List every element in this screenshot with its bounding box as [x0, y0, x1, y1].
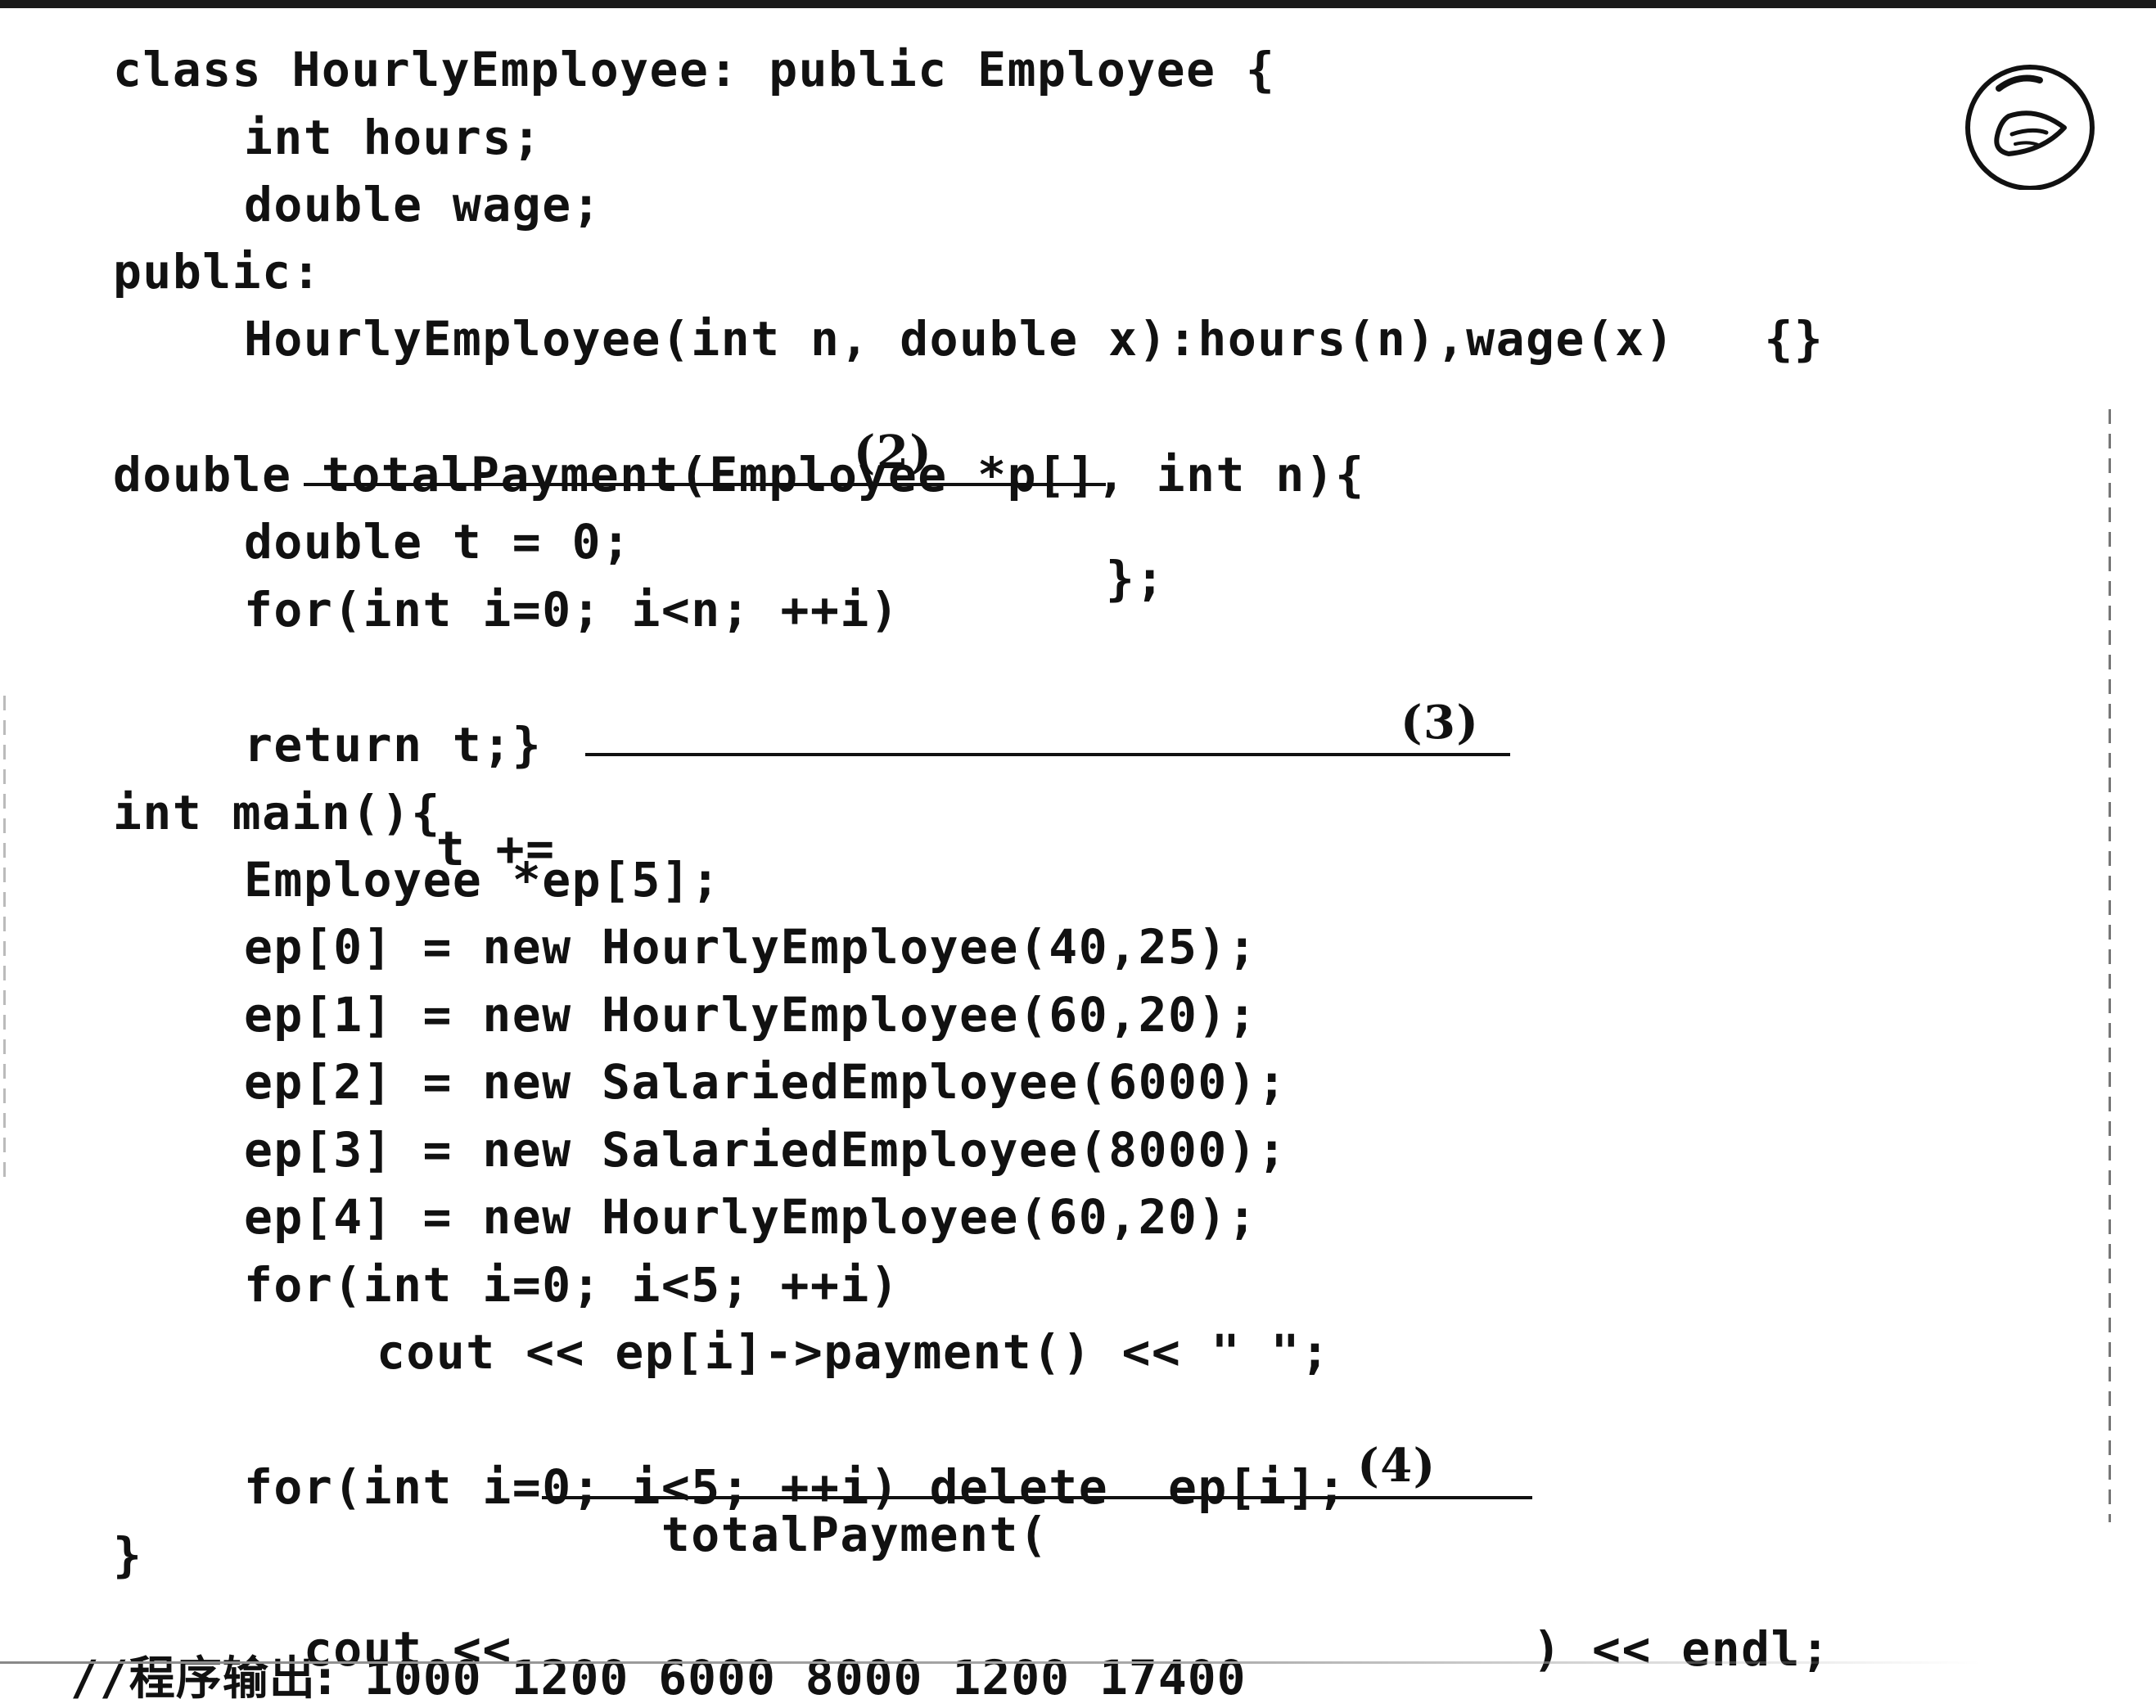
code-line-public: public:	[113, 244, 322, 300]
program-output: //程序输出: 1000 1200 6000 8000 1200 17400	[11, 1592, 1247, 1708]
code-line-main: int main(){	[113, 785, 441, 840]
code-line-t-accumulate: t += (3)	[377, 648, 1510, 877]
code-line-main-close: }	[113, 1527, 143, 1583]
code-line-for-n: for(int i=0; i<n; ++i)	[244, 582, 900, 638]
code-line-t-init: double t = 0;	[244, 514, 632, 570]
code-line-cout-total: cout << totalPayment( (4) ) << endl;	[244, 1391, 1830, 1677]
scan-artifact-line	[3, 696, 6, 1187]
blank-label-3: (3)	[1400, 696, 1480, 750]
page-top-border	[0, 0, 2156, 8]
code-line-cout-payment: cout << ep[i]->payment() << " ";	[377, 1324, 1331, 1380]
output-comment-prefix: //	[70, 1650, 129, 1706]
cout-suffix: ) << endl;	[1532, 1621, 1831, 1677]
output-values: 1000 1200 6000 8000 1200 17400	[364, 1650, 1247, 1706]
pointing-hand-icon	[1965, 65, 2095, 190]
scan-artifact-line	[2109, 409, 2111, 1522]
code-line-blank-2: (2) };	[244, 378, 1166, 606]
code-line-return: return t;}	[244, 717, 543, 773]
code-line-hours: int hours;	[244, 110, 543, 165]
code-line-ep3: ep[3] = new SalariedEmployee(8000);	[244, 1122, 1288, 1178]
code-line-wage: double wage;	[244, 177, 602, 232]
code-line-delete-loop: for(int i=0; i<5; ++i) delete ep[i];	[244, 1459, 1347, 1515]
blank-label-4: (4)	[1357, 1439, 1437, 1493]
code-line-total-payment-decl: double totalPayment(Employee *p[], int n…	[113, 447, 1365, 502]
code-line-ep-decl: Employee *ep[5];	[244, 852, 721, 908]
code-line-class-decl: class HourlyEmployee: public Employee {	[113, 42, 1276, 97]
bottom-divider	[0, 1661, 1981, 1664]
code-line-ep1: ep[1] = new HourlyEmployee(60,20);	[244, 987, 1258, 1043]
class-close-brace: };	[1105, 551, 1166, 606]
code-line-ep4: ep[4] = new HourlyEmployee(60,20);	[244, 1189, 1258, 1245]
code-line-constructor: HourlyEmployee(int n, double x):hours(n)…	[244, 311, 1824, 367]
output-label: 程序输出:	[129, 1652, 336, 1706]
code-line-for-5: for(int i=0; i<5; ++i)	[244, 1257, 900, 1313]
fill-in-blank-3: (3)	[584, 696, 1510, 756]
code-line-ep2: ep[2] = new SalariedEmployee(6000);	[244, 1054, 1288, 1110]
code-line-ep0: ep[0] = new HourlyEmployee(40,25);	[244, 919, 1258, 975]
